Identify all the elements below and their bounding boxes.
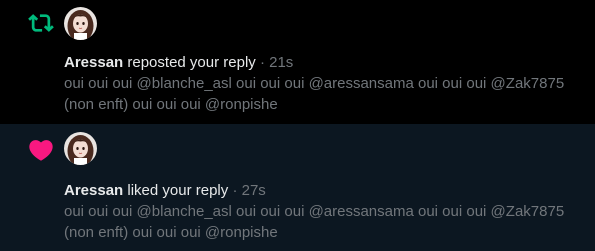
heart-icon [24, 133, 58, 167]
separator-dot: · [259, 54, 265, 71]
notification-like[interactable]: Aressan liked your reply · 27s oui oui o… [0, 124, 595, 251]
notification-headline: Aressan liked your reply · 27s [64, 181, 266, 201]
reply-text: oui oui oui @blanche_asl oui oui oui @ar… [64, 75, 565, 113]
notification-repost[interactable]: Aressan reposted your reply · 21s oui ou… [0, 0, 595, 124]
separator-dot: · [232, 182, 238, 199]
action-text: reposted your reply [127, 54, 256, 71]
notifications-feed: Aressan reposted your reply · 21s oui ou… [0, 0, 595, 251]
avatar[interactable] [64, 7, 97, 40]
user-name[interactable]: Aressan [64, 182, 123, 199]
repost-icon [24, 6, 58, 40]
notification-headline: Aressan reposted your reply · 21s [64, 53, 293, 73]
timestamp[interactable]: 21s [269, 54, 293, 71]
user-name[interactable]: Aressan [64, 54, 123, 71]
timestamp[interactable]: 27s [242, 182, 266, 199]
action-text: liked your reply [127, 182, 229, 199]
avatar[interactable] [64, 132, 97, 165]
reply-text: oui oui oui @blanche_asl oui oui oui @ar… [64, 203, 565, 241]
